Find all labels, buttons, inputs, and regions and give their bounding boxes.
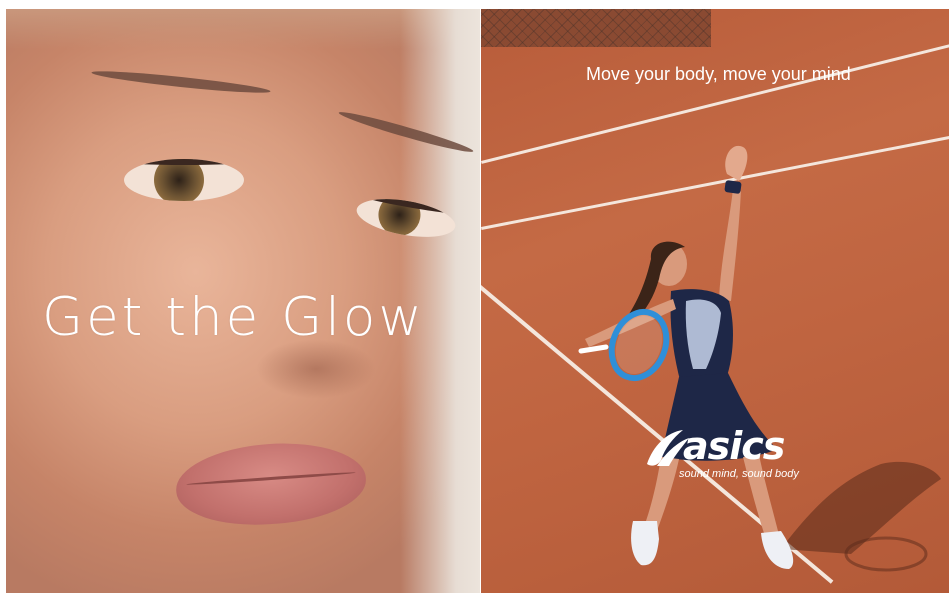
nose-shadow [256, 339, 376, 399]
tennis-player [578, 145, 941, 572]
headline: Get the Glow [42, 287, 425, 348]
left-eyebrow [90, 67, 272, 97]
right-shoe [761, 531, 794, 569]
portrait-panel: Get the Glow [6, 9, 480, 593]
left-eye [124, 159, 244, 201]
raised-arm [719, 189, 741, 301]
ad-spread: Get the Glow Move your body, move your m… [0, 0, 949, 596]
racket-shadow [844, 536, 928, 572]
brand-logo: asics [683, 424, 785, 468]
racket-handle [578, 344, 609, 354]
hand [725, 145, 748, 181]
left-shoe [631, 521, 659, 566]
tennis-panel: Move your body, move your mind asics sou… [481, 9, 949, 593]
wristband [724, 180, 742, 194]
brand-slogan: sound mind, sound body [679, 468, 799, 480]
left-leg [643, 457, 679, 531]
